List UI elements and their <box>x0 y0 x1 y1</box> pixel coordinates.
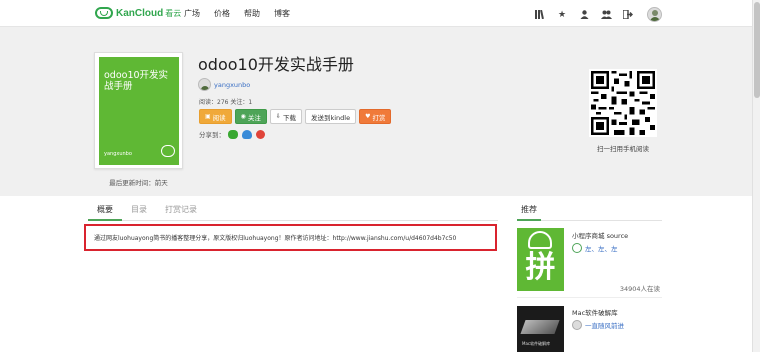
book-header: odoo10开发实战手册 yangxunbo 最后更新时间：前天 odoo10开… <box>0 27 752 196</box>
book-description: 通过网友luohuayong简书的播客整理分享，原文版权归luohuayong！… <box>94 235 457 242</box>
scrollbar-thumb[interactable] <box>754 2 760 98</box>
download-icon: ⇩ <box>275 113 281 120</box>
tip-button[interactable]: ♥ 打赏 <box>359 109 392 124</box>
nav-icon-group: ★ <box>534 7 662 22</box>
action-buttons: ▣ 阅读 ◉ 关注 ⇩ 下载 发送到kindle ♥ 打赏 <box>199 109 394 124</box>
recommend-cover-1[interactable]: 拼 <box>517 228 564 291</box>
recommend-author-name-1: 左、左、左 <box>585 245 618 253</box>
author-avatar <box>572 320 582 330</box>
main-nav: 广场 价格 帮助 博客 <box>184 8 290 19</box>
follow-button[interactable]: ◉ 关注 <box>234 109 267 124</box>
qr-code <box>589 69 657 137</box>
cover-author: yangxunbo <box>104 151 132 157</box>
recommend-book-title-1[interactable]: 小程序商城 source <box>572 230 628 240</box>
recommend-divider <box>517 297 662 298</box>
recommend-read-count-1: 34904人在读 <box>619 285 660 293</box>
recommend-cover-2[interactable]: Mac软件破解库 <box>517 306 564 352</box>
nav-square-link[interactable]: 广场 <box>184 8 200 19</box>
cover-cloud-icon <box>161 145 175 157</box>
tip-label: 打赏 <box>372 113 386 122</box>
recommend-header: 推荐 <box>517 203 662 221</box>
recommend-author-1[interactable]: 左、左、左 <box>572 243 618 253</box>
recommend-author-2[interactable]: 一直随风前进 <box>572 320 624 330</box>
last-updated: 最后更新时间：前天 <box>109 179 168 187</box>
recommend-title: 推荐 <box>517 203 541 221</box>
nav-help-link[interactable]: 帮助 <box>244 8 260 19</box>
cover-title: odoo10开发实战手册 <box>104 70 169 92</box>
content-tabs: 概要 目录 打赏记录 <box>88 203 498 221</box>
heart-icon: ♥ <box>365 113 371 120</box>
tab-overview[interactable]: 概要 <box>88 203 122 221</box>
read-label: 阅读 <box>212 113 226 122</box>
author-avatar <box>572 243 582 253</box>
eye-icon: ◉ <box>240 113 246 120</box>
download-label: 下载 <box>282 113 296 122</box>
cover-label: Mac软件破解库 <box>522 341 551 346</box>
description-highlight: 通过网友luohuayong简书的播客整理分享，原文版权归luohuayong！… <box>84 224 497 251</box>
cloud-logo-icon <box>95 7 113 19</box>
book-cover[interactable]: odoo10开发实战手册 yangxunbo <box>94 52 183 169</box>
tab-toc[interactable]: 目录 <box>122 203 156 221</box>
bookshelf-icon[interactable] <box>534 9 546 21</box>
author-avatar[interactable] <box>198 78 211 91</box>
weibo-icon[interactable] <box>256 129 265 139</box>
cover-image: odoo10开发实战手册 yangxunbo <box>99 57 179 165</box>
top-navbar: KanCloud 看云 广场 价格 帮助 博客 ★ <box>0 0 752 27</box>
nav-blog-link[interactable]: 博客 <box>274 8 290 19</box>
read-button[interactable]: ▣ 阅读 <box>199 109 232 124</box>
qq-icon[interactable] <box>242 129 252 139</box>
kindle-label: 发送到kindle <box>310 113 351 122</box>
author-row: yangxunbo <box>198 78 250 91</box>
qr-code-icon <box>591 71 655 135</box>
tab-tip-records[interactable]: 打赏记录 <box>156 203 206 221</box>
download-button[interactable]: ⇩ 下载 <box>269 109 302 124</box>
nav-pricing-link[interactable]: 价格 <box>214 8 230 19</box>
share-label: 分享到： <box>199 131 225 139</box>
follow-label: 关注 <box>247 113 261 122</box>
logo-cn-text: 看云 <box>165 8 182 18</box>
logout-icon[interactable] <box>622 9 634 21</box>
book-stats: 阅读：276 关注：1 <box>199 99 253 106</box>
cover-character: 拼 <box>525 250 556 285</box>
read-icon: ▣ <box>205 113 211 120</box>
recommend-author-name-2: 一直随风前进 <box>585 322 624 330</box>
send-to-kindle-button[interactable]: 发送到kindle <box>304 109 357 124</box>
qr-caption: 扫一扫用手机阅读 <box>597 145 649 153</box>
users-icon[interactable] <box>600 9 612 21</box>
book-title: odoo10开发实战手册 <box>198 55 354 74</box>
kancloud-logo[interactable]: KanCloud 看云 <box>95 6 181 20</box>
logo-text: KanCloud <box>116 7 164 19</box>
wechat-icon[interactable] <box>228 129 238 139</box>
leaf-icon <box>528 231 552 249</box>
author-link[interactable]: yangxunbo <box>214 81 250 89</box>
user-avatar[interactable] <box>647 7 662 22</box>
star-icon[interactable]: ★ <box>556 9 568 21</box>
share-row: 分享到： <box>199 129 269 139</box>
recommend-book-title-2[interactable]: Mac软件破解库 <box>572 307 618 317</box>
user-icon[interactable] <box>578 9 590 21</box>
vertical-scrollbar[interactable] <box>752 0 760 352</box>
